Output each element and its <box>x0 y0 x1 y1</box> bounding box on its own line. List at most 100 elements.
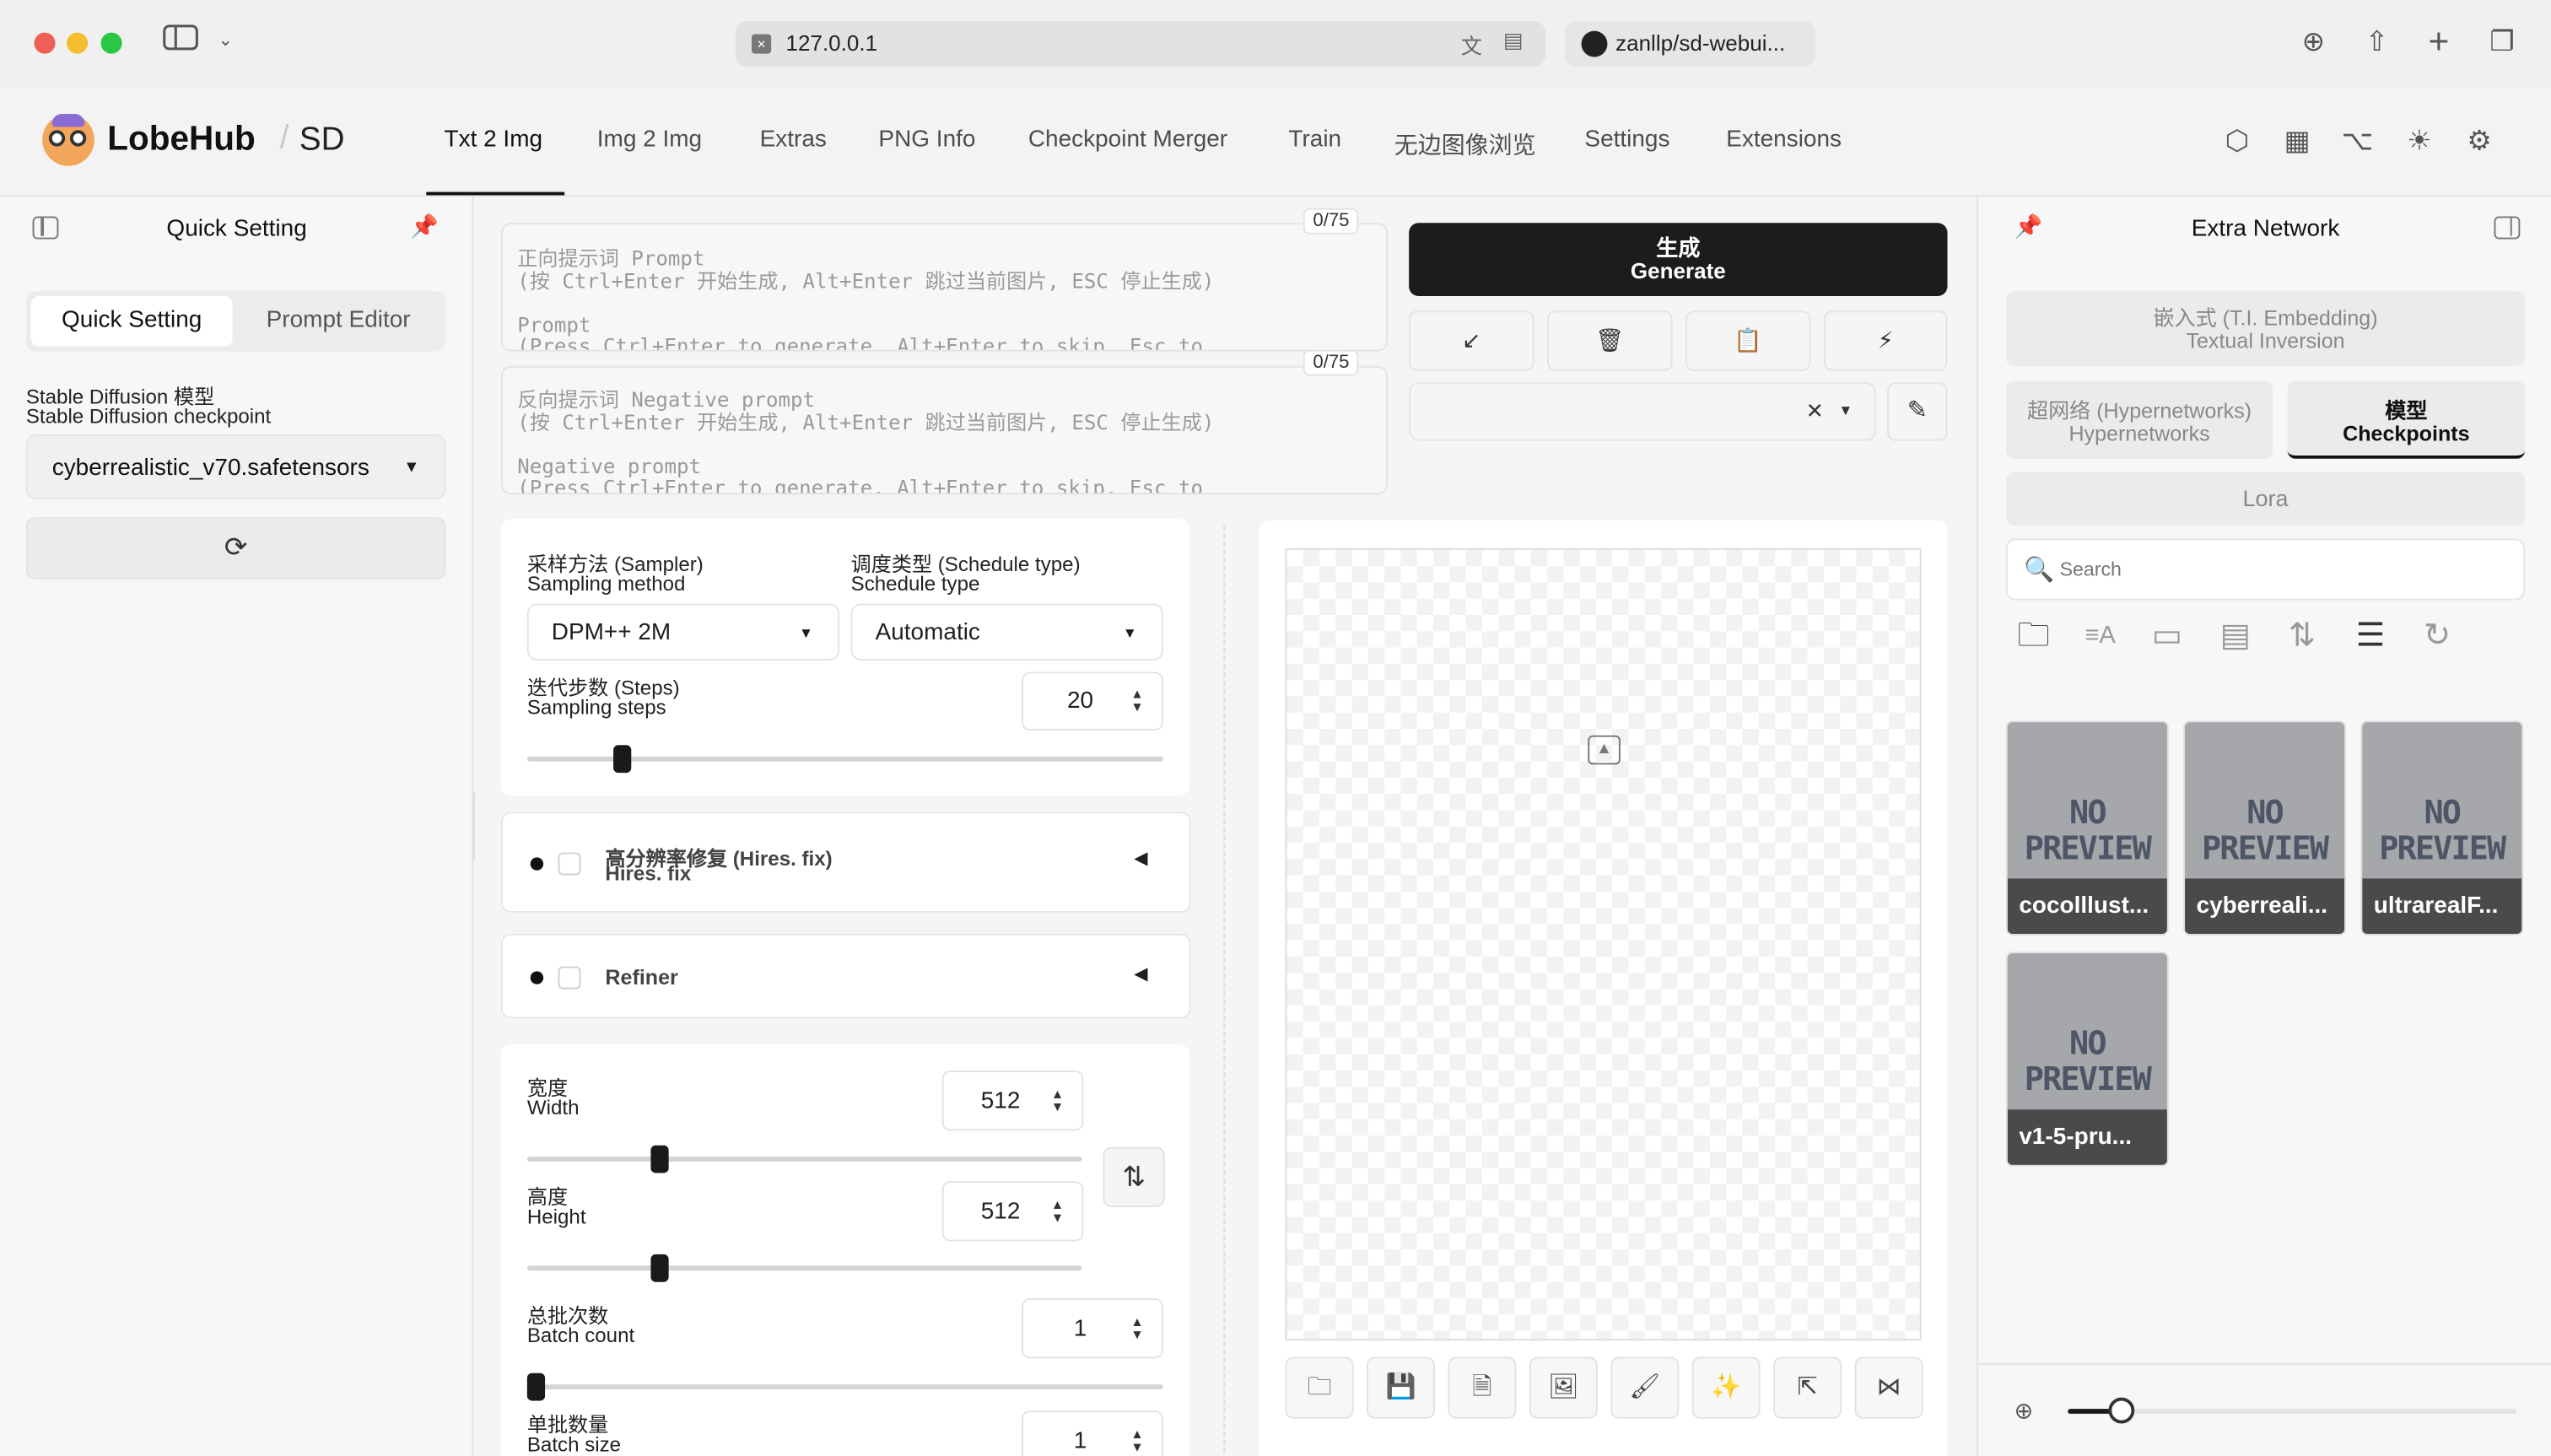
browser-tab-github[interactable]: zanllp/sd-webui... <box>1565 21 1816 67</box>
model-card[interactable]: NO PREVIEW cyberreali... <box>2183 720 2346 936</box>
tab-train[interactable]: Train <box>1288 127 1341 153</box>
sidebar-toggle-icon[interactable] <box>159 23 202 65</box>
sort-date-icon[interactable]: ▭ <box>2139 612 2195 661</box>
height-slider-thumb[interactable] <box>650 1254 669 1282</box>
theme-sun-icon[interactable]: ☀ <box>2402 124 2437 159</box>
tab-overview-icon[interactable]: ❐ <box>2481 23 2523 65</box>
tab-textual-inversion[interactable]: 嵌入式 (T.I. Embedding) Textual Inversion <box>2005 291 2526 366</box>
hires-fix-checkbox[interactable] <box>558 852 581 876</box>
settings-gear-icon[interactable]: ⚙ <box>2462 124 2497 159</box>
send-to-img2img-button[interactable]: 🖼 <box>1529 1356 1598 1419</box>
prompt-textarea[interactable]: 正向提示词 Prompt (按 Ctrl+Enter 开始生成, Alt+Ent… <box>500 223 1389 352</box>
tab-checkpoints[interactable]: 模型 Checkpoints <box>2287 380 2526 459</box>
width-label-en: Width <box>526 1096 580 1119</box>
github-icon[interactable]: ⌥ <box>2339 124 2375 159</box>
tab-lora[interactable]: Lora <box>2005 472 2526 526</box>
refresh-icon[interactable]: ↻ <box>2409 612 2465 661</box>
save-button[interactable]: 💾 <box>1366 1356 1435 1419</box>
clear-style-icon[interactable]: ✕ <box>1806 398 1824 424</box>
hexagon-icon[interactable]: ⬡ <box>2219 124 2255 159</box>
height-input[interactable]: 512 ▲ ▼ <box>941 1181 1084 1242</box>
caret-down-icon[interactable]: ▼ <box>1838 402 1853 418</box>
generate-button[interactable]: 生成 Generate <box>1409 223 1948 296</box>
width-slider-thumb[interactable] <box>650 1145 669 1173</box>
width-slider-track[interactable] <box>526 1157 1082 1162</box>
download-icon[interactable]: ⊕ <box>2292 23 2334 65</box>
stepper-arrows-icon[interactable]: ▲ ▼ <box>1051 1087 1064 1114</box>
model-card[interactable]: NO PREVIEW v1-5-pru... <box>2005 952 2169 1167</box>
paste-params-button[interactable]: 📋 <box>1685 310 1811 371</box>
edit-styles-button[interactable]: ✎ <box>1887 382 1948 441</box>
batch-count-slider-thumb[interactable] <box>526 1372 546 1401</box>
search-input[interactable] <box>2059 553 2500 586</box>
model-select[interactable]: cyberrealistic_v70.safetensors ▼ <box>25 434 446 500</box>
swap-dimensions-button[interactable]: ⇅ <box>1103 1146 1165 1207</box>
clear-prompt-button[interactable]: 🗑 <box>1547 310 1673 371</box>
tab-png-info[interactable]: PNG Info <box>878 127 975 153</box>
search-field[interactable]: 🔍 <box>2005 538 2526 601</box>
maximize-window-button[interactable] <box>100 32 122 54</box>
tab-txt2img[interactable]: Txt 2 Img <box>444 127 542 153</box>
zoom-slider-track[interactable] <box>2068 1409 2517 1414</box>
calendar-icon[interactable]: ▤ <box>2208 612 2263 661</box>
grid-icon[interactable]: ▦ <box>2279 124 2315 159</box>
height-slider-track[interactable] <box>526 1265 1082 1271</box>
tab-prompt-editor[interactable]: Prompt Editor <box>238 296 440 347</box>
batch-count-slider-track[interactable] <box>526 1384 1163 1389</box>
send-to-extras-button[interactable]: ✨ <box>1691 1356 1761 1419</box>
stepper-arrows-icon[interactable]: ▲ ▼ <box>1051 1198 1064 1225</box>
export-button[interactable]: ⇱ <box>1773 1356 1842 1419</box>
translate-icon[interactable]: 文 <box>1461 30 1482 61</box>
tab-checkpoint-merger[interactable]: Checkpoint Merger <box>1028 127 1227 153</box>
refresh-models-button[interactable]: ⟳ <box>25 517 446 580</box>
steps-slider-thumb[interactable] <box>613 745 632 774</box>
width-input[interactable]: 512 ▲ ▼ <box>941 1070 1084 1131</box>
no-preview-text: NO PREVIEW <box>2024 792 2152 867</box>
stepper-arrows-icon[interactable]: ▲ ▼ <box>1130 1315 1143 1342</box>
reader-icon[interactable]: ▤ <box>1503 28 1524 54</box>
tree-view-icon[interactable]: ☰ <box>2343 612 2398 661</box>
share-button[interactable]: ⋈ <box>1854 1356 1923 1419</box>
tab-settings[interactable]: Settings <box>1584 127 1669 153</box>
read-params-button[interactable]: ↙ <box>1409 310 1534 371</box>
panel-toggle-icon[interactable] <box>2494 216 2521 240</box>
tab-quick-setting[interactable]: Quick Setting <box>30 295 233 347</box>
pin-icon[interactable]: 📌 <box>410 213 439 241</box>
sort-order-icon[interactable]: ⇅ <box>2274 612 2330 661</box>
lobehub-logo[interactable] <box>42 113 94 166</box>
tab-hypernetworks[interactable]: 超网络 (Hypernetworks) Hypernetworks <box>2005 380 2273 459</box>
zip-button[interactable]: 🗎 <box>1448 1356 1517 1419</box>
zoom-slider-thumb[interactable] <box>2108 1397 2135 1424</box>
tab-image-browser[interactable]: 无边图像浏览 <box>1394 127 1536 160</box>
expand-arrow-icon[interactable]: ◀ <box>1134 963 1147 984</box>
batch-count-input[interactable]: 1 ▲ ▼ <box>1022 1297 1163 1359</box>
share-icon[interactable]: ⇧ <box>2356 23 2398 65</box>
send-to-inpaint-button[interactable]: 🖌 <box>1610 1356 1680 1419</box>
refiner-accordion[interactable]: Refiner ◀ <box>500 933 1191 1019</box>
folder-search-icon[interactable]: 🗀 <box>2006 612 2062 661</box>
refiner-checkbox[interactable] <box>558 966 581 990</box>
stepper-arrows-icon[interactable]: ▲ ▼ <box>1130 688 1143 715</box>
open-folder-button[interactable]: 🗀 <box>1285 1356 1354 1419</box>
schedule-select[interactable]: Automatic ▼ <box>850 603 1163 661</box>
magic-wand-button[interactable]: ⚡ <box>1823 310 1948 371</box>
new-tab-icon[interactable]: + <box>2418 22 2460 65</box>
sort-alpha-icon[interactable]: ≡A <box>2073 612 2128 661</box>
model-card[interactable]: NO PREVIEW cocolllust... <box>2005 720 2169 936</box>
minimize-window-button[interactable] <box>67 32 89 54</box>
expand-arrow-icon[interactable]: ◀ <box>1134 848 1147 869</box>
hires-fix-accordion[interactable]: 高分辨率修复 (Hires. fix) Hires. fix ◀ <box>500 812 1191 913</box>
batch-size-input[interactable]: 1 ▲ ▼ <box>1022 1410 1163 1456</box>
steps-input[interactable]: 20 ▲ ▼ <box>1022 671 1163 731</box>
tab-img2img[interactable]: Img 2 Img <box>597 127 702 153</box>
close-window-button[interactable] <box>34 32 56 54</box>
style-select[interactable]: ✕ ▼ <box>1409 382 1876 441</box>
negative-prompt-textarea[interactable]: 反向提示词 Negative prompt (按 Ctrl+Enter 开始生成… <box>500 365 1389 495</box>
tab-extensions[interactable]: Extensions <box>1726 127 1842 153</box>
sampler-select[interactable]: DPM++ 2M ▼ <box>526 603 840 661</box>
stepper-arrows-icon[interactable]: ▲ ▼ <box>1130 1427 1143 1454</box>
chevron-down-icon[interactable]: ⌄ <box>218 30 233 51</box>
tab-extras[interactable]: Extras <box>760 127 827 153</box>
address-bar[interactable]: × 127.0.0.1 文 ▤ <box>735 21 1546 67</box>
model-card[interactable]: NO PREVIEW ultrarealF... <box>2360 720 2524 936</box>
